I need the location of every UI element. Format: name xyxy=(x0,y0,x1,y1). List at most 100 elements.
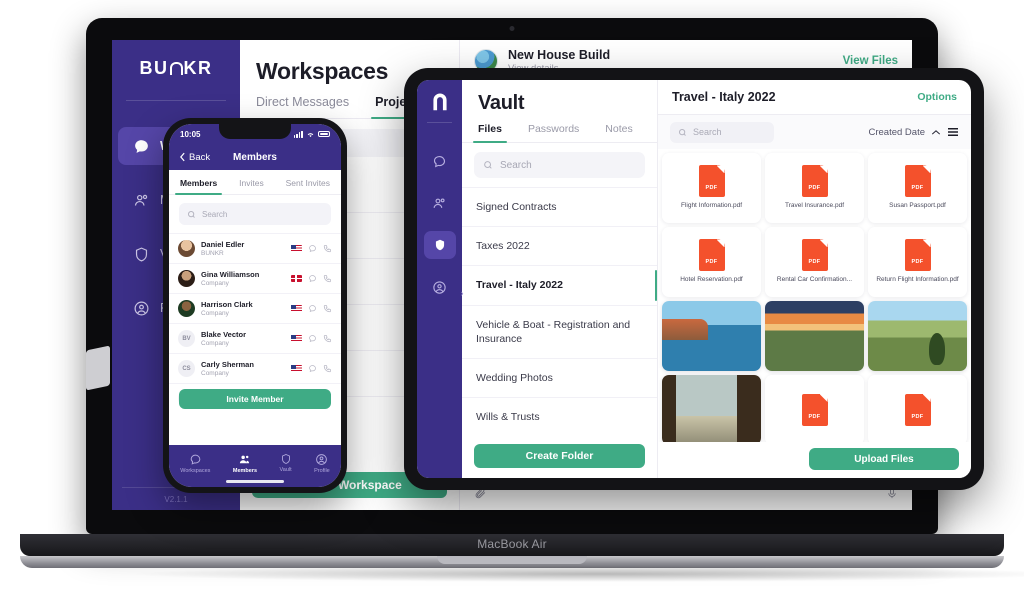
folder-item[interactable]: Wills & Trusts xyxy=(462,397,657,436)
tab-invites[interactable]: Invites xyxy=(239,178,264,194)
pdf-badge: PDF xyxy=(705,259,718,266)
file-tile[interactable]: PDF Hotel Reservation.pdf xyxy=(662,227,761,297)
tablet-sidebar: › xyxy=(417,80,464,478)
member-name: Gina Williamson xyxy=(201,270,260,279)
message-icon[interactable] xyxy=(308,304,317,313)
bottom-nav-label: Profile xyxy=(314,467,330,474)
member-company: Company xyxy=(201,370,229,377)
file-name: Hotel Reservation.pdf xyxy=(680,276,743,284)
members-icon xyxy=(132,191,150,209)
members-search-input[interactable]: Search xyxy=(179,203,331,225)
file-tile[interactable]: PDF Rental Car Confirmation... xyxy=(765,227,864,297)
view-files-button[interactable]: View Files xyxy=(843,55,898,67)
phone-icon[interactable] xyxy=(323,304,332,313)
file-tile[interactable]: PDF Travel Insurance.pdf xyxy=(765,153,864,223)
members-icon xyxy=(240,455,250,463)
sort-label: Created Date xyxy=(868,126,925,138)
vault-title: Vault xyxy=(478,92,525,114)
member-name: Blake Vector xyxy=(201,330,247,339)
folder-item-selected[interactable]: Travel - Italy 2022 xyxy=(462,265,657,304)
file-name: Flight Information.pdf xyxy=(680,202,743,210)
file-tile-photo[interactable] xyxy=(868,301,967,371)
list-view-icon[interactable] xyxy=(947,127,959,137)
files-toolbar: Search Created Date xyxy=(658,115,971,149)
folder-list: Signed Contracts Taxes 2022 Travel - Ita… xyxy=(462,187,657,436)
file-tile-photo[interactable] xyxy=(662,301,761,371)
search-placeholder: Search xyxy=(693,127,722,137)
list-item[interactable]: CS Carly Sherman Company xyxy=(169,353,341,383)
message-icon[interactable] xyxy=(308,364,317,373)
tablet-nav-members[interactable] xyxy=(424,189,456,217)
phone-icon[interactable] xyxy=(323,244,332,253)
member-name: Carly Sherman xyxy=(201,360,254,369)
phone-icon[interactable] xyxy=(323,364,332,373)
shield-icon xyxy=(281,454,290,464)
pdf-icon: PDF xyxy=(801,394,828,426)
shield-icon xyxy=(435,239,444,251)
message-icon[interactable] xyxy=(308,244,317,253)
list-item[interactable]: Gina Williamson Company xyxy=(169,263,341,293)
bottom-nav-vault[interactable]: Vault xyxy=(280,453,292,473)
status-time: 10:05 xyxy=(180,129,201,139)
avatar-initials: BV xyxy=(178,330,195,347)
folder-item[interactable]: Taxes 2022 xyxy=(462,226,657,265)
battery-icon xyxy=(318,130,330,138)
file-tile[interactable]: PDF Susan Passport.pdf xyxy=(868,153,967,223)
tablet-nav-workspaces[interactable] xyxy=(424,147,456,175)
tablet-screen: › Vault Files Passwords Notes Search Sig… xyxy=(417,80,971,478)
file-tile[interactable]: PDF xyxy=(765,375,864,442)
tab-files[interactable]: Files xyxy=(473,123,507,143)
bottom-nav-workspaces[interactable]: Workspaces xyxy=(180,453,210,474)
vault-tabs: Files Passwords Notes xyxy=(462,123,657,143)
tablet-nav-profile[interactable] xyxy=(424,273,456,301)
file-tile-photo[interactable] xyxy=(662,375,761,442)
folder-item[interactable]: Wedding Photos xyxy=(462,357,657,397)
tab-sent-invites[interactable]: Sent Invites xyxy=(286,178,330,194)
laptop-base: MacBook Air xyxy=(20,534,1004,556)
shield-icon xyxy=(132,245,150,263)
message-icon[interactable] xyxy=(308,274,317,283)
create-folder-button[interactable]: Create Folder xyxy=(474,444,645,468)
list-item[interactable]: Harrison Clark Company xyxy=(169,293,341,323)
files-search-input[interactable]: Search xyxy=(670,121,774,143)
upload-files-button[interactable]: Upload Files xyxy=(809,448,959,470)
chevron-up-icon[interactable] xyxy=(931,129,941,136)
list-item[interactable]: Daniel Edler BUNKR xyxy=(169,233,341,263)
member-name: Daniel Edler xyxy=(201,240,245,249)
bunkr-arch-logo-icon xyxy=(169,61,183,75)
chat-title: New House Build xyxy=(508,47,611,62)
file-tile[interactable]: PDF xyxy=(868,375,967,442)
bottom-nav-members[interactable]: Members xyxy=(233,453,257,474)
profile-icon xyxy=(316,453,328,465)
avatar xyxy=(178,300,195,317)
message-icon[interactable] xyxy=(308,334,317,343)
tab-members[interactable]: Members xyxy=(174,178,223,195)
tab-passwords[interactable]: Passwords xyxy=(528,123,579,142)
folder-item[interactable]: Signed Contracts xyxy=(462,187,657,226)
file-name: Return Flight Information.pdf xyxy=(876,276,959,284)
list-item[interactable]: BV Blake Vector Company xyxy=(169,323,341,353)
phone-icon[interactable] xyxy=(323,274,332,283)
pdf-badge: PDF xyxy=(808,185,821,192)
profile-icon xyxy=(132,299,150,317)
tablet-nav-vault[interactable] xyxy=(423,231,456,259)
file-tile[interactable]: PDF Flight Information.pdf xyxy=(662,153,761,223)
options-button[interactable]: Options xyxy=(917,91,957,103)
list-item[interactable]: BO Brian O'Casey Company Invite Member xyxy=(169,383,341,413)
sidebar-divider xyxy=(427,122,452,123)
folder-item[interactable]: Vehicle & Boat - Registration and Insura… xyxy=(462,304,657,358)
tab-direct-messages[interactable]: Direct Messages xyxy=(256,95,349,118)
vault-search-input[interactable]: Search xyxy=(474,152,645,178)
file-tile-photo[interactable] xyxy=(765,301,864,371)
bottom-nav-label: Members xyxy=(232,467,258,474)
bottom-nav-profile[interactable]: Profile xyxy=(314,453,330,474)
file-tile[interactable]: PDF Return Flight Information.pdf xyxy=(868,227,967,297)
sort-control[interactable]: Created Date xyxy=(868,127,959,138)
invite-member-button[interactable]: Invite Member xyxy=(179,389,331,409)
status-indicators xyxy=(293,130,330,138)
home-indicator xyxy=(226,480,284,483)
tab-notes[interactable]: Notes xyxy=(605,123,632,142)
phone-icon[interactable] xyxy=(323,334,332,343)
pdf-badge: PDF xyxy=(808,259,821,266)
pdf-badge: PDF xyxy=(911,185,924,192)
